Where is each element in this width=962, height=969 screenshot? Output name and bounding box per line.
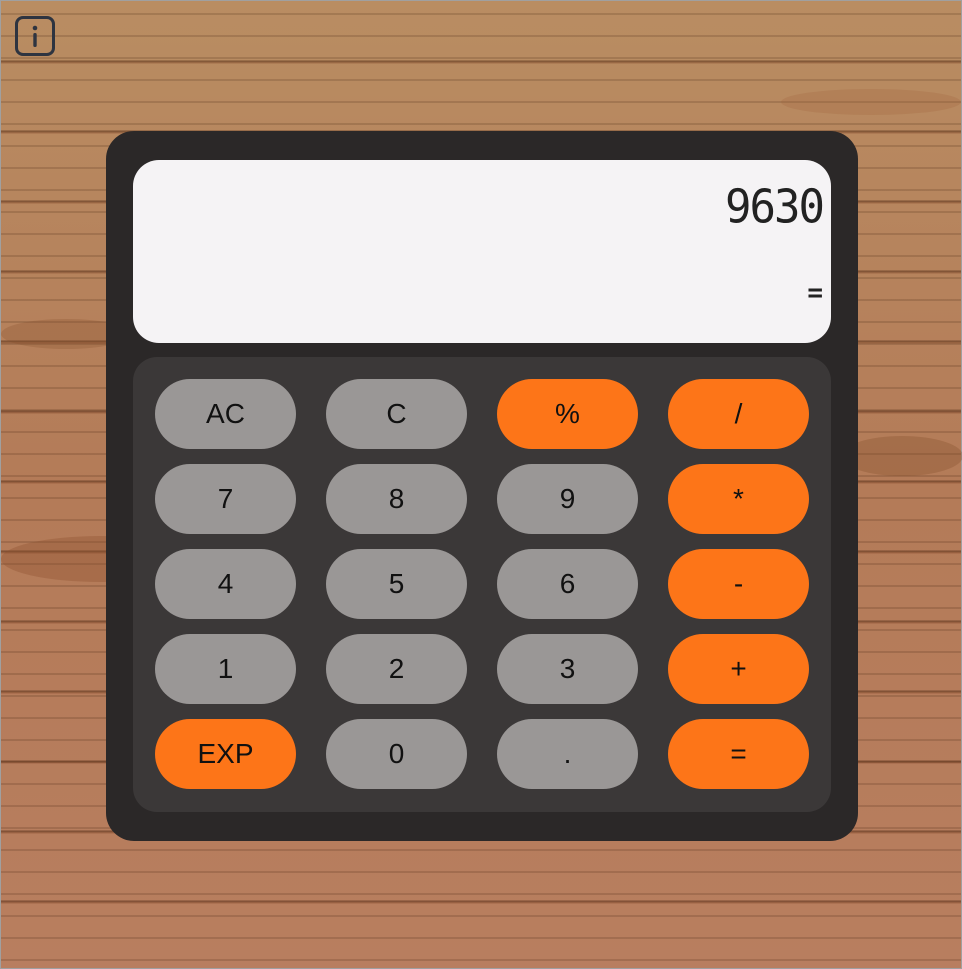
- exp-button[interactable]: EXP: [155, 719, 296, 789]
- clear-button[interactable]: C: [326, 379, 467, 449]
- info-icon: [32, 25, 38, 47]
- divide-button[interactable]: /: [668, 379, 809, 449]
- info-button[interactable]: [15, 16, 55, 56]
- keypad: AC C % / 7 8 9 * 4 5 6 - 1 2 3 + EXP 0 .…: [133, 357, 831, 812]
- wood-grain-knot: [781, 89, 961, 115]
- digit-1-button[interactable]: 1: [155, 634, 296, 704]
- digit-6-button[interactable]: 6: [497, 549, 638, 619]
- wood-grain-knot: [841, 436, 962, 476]
- calculator-body: 9630 = AC C % / 7 8 9 * 4 5 6 - 1 2 3 + …: [106, 131, 858, 841]
- digit-5-button[interactable]: 5: [326, 549, 467, 619]
- digit-7-button[interactable]: 7: [155, 464, 296, 534]
- digit-4-button[interactable]: 4: [155, 549, 296, 619]
- digit-3-button[interactable]: 3: [497, 634, 638, 704]
- subtract-button[interactable]: -: [668, 549, 809, 619]
- multiply-button[interactable]: *: [668, 464, 809, 534]
- add-button[interactable]: +: [668, 634, 809, 704]
- digit-0-button[interactable]: 0: [326, 719, 467, 789]
- display-operator: =: [807, 278, 823, 308]
- equals-button[interactable]: =: [668, 719, 809, 789]
- digit-9-button[interactable]: 9: [497, 464, 638, 534]
- decimal-button[interactable]: .: [497, 719, 638, 789]
- ac-button[interactable]: AC: [155, 379, 296, 449]
- digit-2-button[interactable]: 2: [326, 634, 467, 704]
- percent-button[interactable]: %: [497, 379, 638, 449]
- digit-8-button[interactable]: 8: [326, 464, 467, 534]
- display-value: 9630: [725, 180, 825, 235]
- display-screen: 9630 =: [133, 160, 831, 343]
